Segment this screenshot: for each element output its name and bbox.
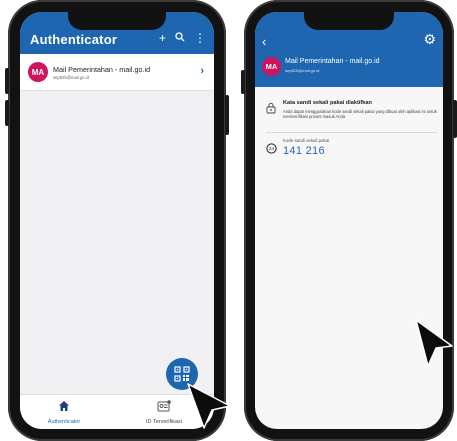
mouse-cursor-icon: [187, 383, 231, 429]
account-list-item[interactable]: MA Mail Pemerintahan - mail.go.id sep825…: [20, 54, 214, 91]
back-icon[interactable]: ‹: [262, 34, 266, 49]
info-title: Kata sandi sekali pakai diaktifkan: [283, 100, 372, 106]
volume-down-button: [5, 100, 9, 126]
home-icon: [59, 401, 69, 411]
otp-label: Kode sandi sekali pakai: [283, 138, 330, 143]
right-phone-frame: ‹ ⚙ MA Mail Pemerintahan - mail.go.id se…: [241, 0, 457, 441]
power-button: [225, 95, 229, 135]
info-body: Anda dapat menggunakan kode sandi sekali…: [283, 109, 437, 120]
power-button: [453, 100, 457, 138]
mouse-cursor-icon: [415, 319, 453, 367]
timer-icon: 24: [266, 143, 277, 154]
nav-authenticator-label: Authenticator: [47, 419, 81, 425]
account-email: sep825@mail.go.id: [53, 75, 89, 80]
bottom-navigation: Authenticator ID Terverifikasi: [20, 394, 214, 429]
left-phone-frame: Authenticator + ⋮ MA Mail Pemerintahan -…: [5, 0, 229, 441]
volume-up-button: [5, 68, 9, 94]
divider: [266, 132, 437, 133]
authenticator-screen: Authenticator + ⋮ MA Mail Pemerintahan -…: [20, 12, 214, 429]
otp-code[interactable]: 141 216: [283, 145, 325, 157]
chevron-right-icon[interactable]: ›: [200, 65, 204, 77]
id-card-icon: [157, 400, 171, 412]
gear-icon[interactable]: ⚙: [423, 31, 436, 48]
avatar: MA: [28, 62, 48, 82]
timer-value: 24: [269, 146, 275, 151]
app-title: Authenticator: [30, 32, 118, 47]
notch: [304, 12, 394, 30]
notch: [68, 12, 166, 30]
password-lock-icon: [266, 102, 276, 114]
app-bar-actions: + ⋮: [159, 31, 206, 45]
nav-authenticator[interactable]: Authenticator: [24, 399, 104, 425]
account-name: Mail Pemerintahan - mail.go.id: [53, 65, 151, 74]
avatar: MA: [262, 57, 281, 76]
search-icon[interactable]: [175, 31, 185, 45]
volume-up-button: [241, 70, 245, 94]
more-vert-icon[interactable]: ⋮: [194, 31, 206, 45]
account-name: Mail Pemerintahan - mail.go.id: [285, 58, 380, 65]
qr-code-scan-icon: [174, 366, 190, 382]
account-email: sep825@mail.go.id: [285, 68, 320, 73]
add-icon[interactable]: +: [159, 31, 166, 45]
